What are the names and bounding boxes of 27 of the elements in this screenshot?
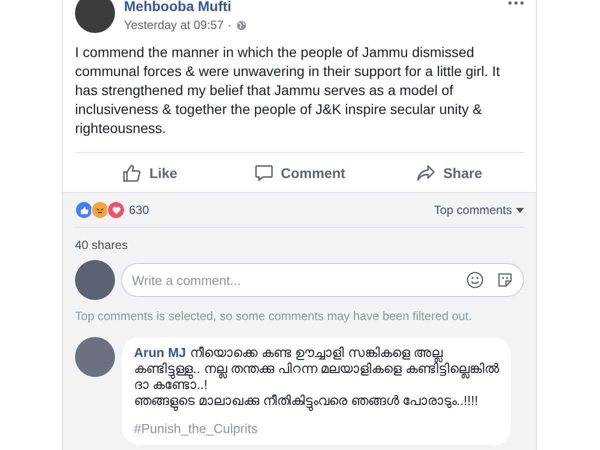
- comment-field[interactable]: Write a comment...: [121, 263, 524, 297]
- thumbs-up-icon: [122, 162, 142, 182]
- author-name[interactable]: Mehbooba Mufti: [124, 0, 499, 14]
- comment-text: ഞങ്ങളുടെ മാലാഖക്കു നീതികിട്ടുംവരെ ഞങ്ങൾ പോരാടും..!!!!: [134, 393, 499, 409]
- post-text: I commend the manner in which the people of Jammu dismissed communal forces & were unwavering in their support for a little girl. It has strengthened my belief that Jammu serves as a model of inclusiveness & together the people of J&K inspire secular unity & righteousness.: [75, 43, 501, 138]
- more-options-icon[interactable]: [508, 1, 524, 5]
- caret-icon: [516, 208, 524, 212]
- filter-note: Top comments is selected, so some comments may have been filtered out.: [75, 309, 473, 323]
- speech-bubble-icon: [254, 162, 274, 182]
- comment-button[interactable]: Comment: [224, 154, 374, 190]
- globe-icon: [236, 20, 247, 30]
- sticker-icon[interactable]: [496, 271, 514, 289]
- post-time[interactable]: Yesterday at 09:57: [124, 18, 224, 32]
- shares-count[interactable]: 40 shares: [75, 228, 524, 260]
- share-arrow-icon: [416, 162, 436, 182]
- comment-text: Arun MJ നീയൊക്കെ കണ്ട ഊച്ചാളി സങ്കികളെ അല്ല കണ്ടിട്ടുള്ളു.. നല്ല തന്തക്കു പിറന്ന മലയാളികളെ കണ്ടിട്ടില്ലെങ്കിൽ ദാ കണ്ടോ..!: [134, 345, 499, 393]
- like-button[interactable]: Like: [75, 154, 225, 190]
- like-reaction-icon[interactable]: [75, 201, 93, 219]
- comment-author[interactable]: Arun MJ: [134, 345, 186, 360]
- separator: ·: [228, 18, 232, 32]
- smiley-icon[interactable]: [466, 271, 484, 289]
- share-button[interactable]: Share: [374, 154, 524, 190]
- reaction-count[interactable]: 630: [129, 203, 150, 217]
- avatar[interactable]: [75, 260, 115, 300]
- angry-reaction-icon[interactable]: [91, 201, 109, 219]
- avatar[interactable]: [75, 0, 115, 33]
- sort-dropdown[interactable]: Top comments: [434, 203, 524, 217]
